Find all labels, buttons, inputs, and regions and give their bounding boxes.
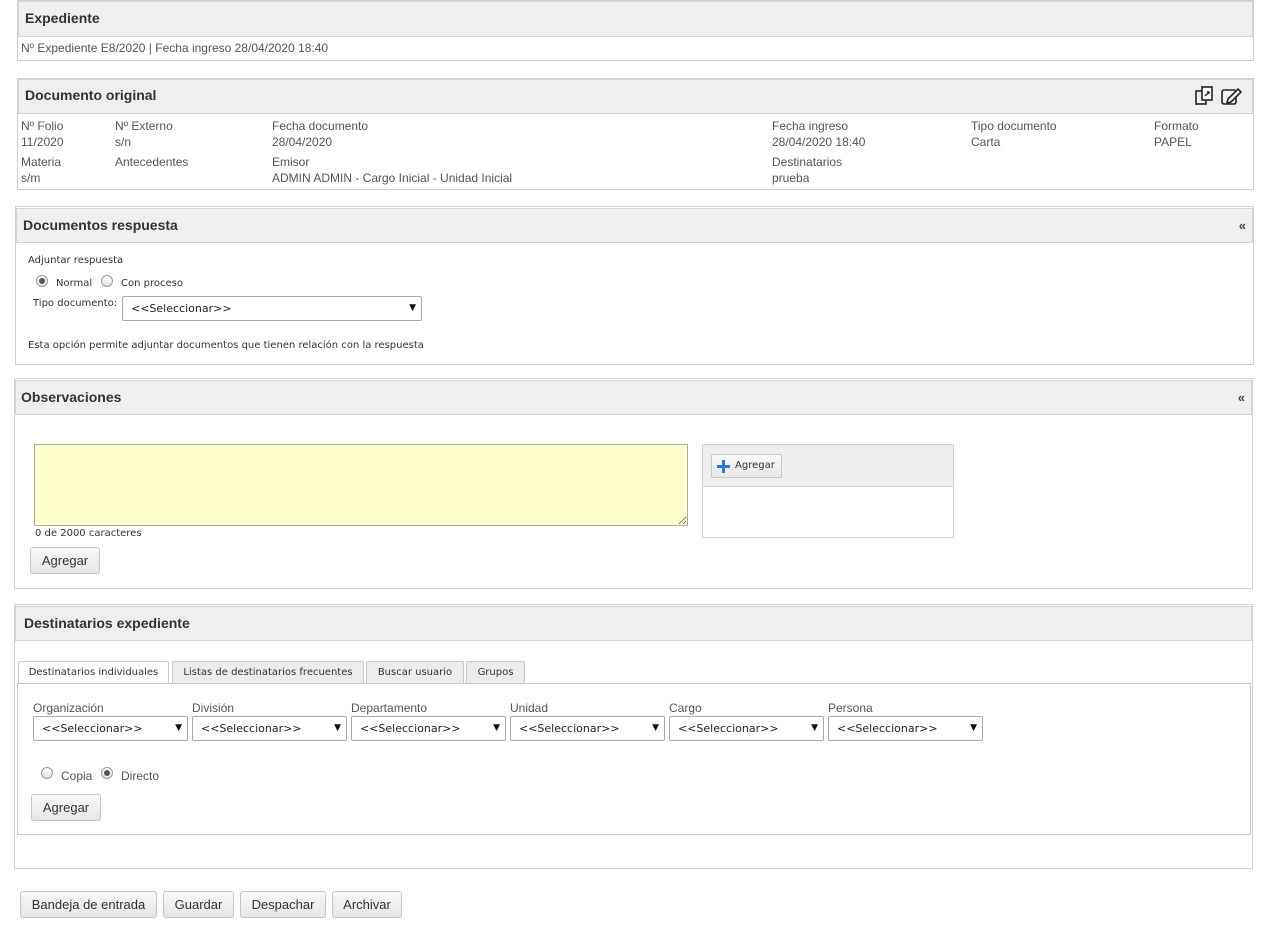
division-select[interactable]: <<Seleccionar>> ▼ xyxy=(192,716,347,741)
tipo-documento-select-label: Tipo documento: xyxy=(33,298,118,309)
documento-original-panel: Documento original Nº Folio 11/2020 Nº E… xyxy=(17,78,1254,190)
organizacion-label: Organización xyxy=(33,701,104,715)
cargo-select-value: <<Seleccionar>> xyxy=(678,722,779,735)
departamento-select-value: <<Seleccionar>> xyxy=(360,722,461,735)
expediente-summary: Nº Expediente E8/2020 | Fecha ingreso 28… xyxy=(21,41,329,55)
radio-directo[interactable] xyxy=(101,767,113,779)
observaciones-textarea[interactable] xyxy=(34,444,688,526)
chevron-down-icon: ▼ xyxy=(409,303,416,313)
guardar-button[interactable]: Guardar xyxy=(163,891,234,918)
fecha-documento-label: Fecha documento xyxy=(272,119,369,133)
externo-value: s/n xyxy=(115,135,132,149)
archivar-button[interactable]: Archivar xyxy=(332,891,402,918)
tab-grupos[interactable]: Grupos xyxy=(466,661,525,684)
cargo-label: Cargo xyxy=(669,701,702,715)
tab-listas-frecuentes[interactable]: Listas de destinatarios frecuentes xyxy=(172,661,364,684)
character-counter: 0 de 2000 caracteres xyxy=(35,528,142,539)
observaciones-add-button[interactable]: Agregar xyxy=(30,547,100,574)
externo-label: Nº Externo xyxy=(115,119,173,133)
cargo-select[interactable]: <<Seleccionar>> ▼ xyxy=(669,716,824,741)
chevron-down-icon: ▼ xyxy=(652,723,659,733)
fecha-ingreso-label: Fecha ingreso xyxy=(772,119,849,133)
bandeja-entrada-button[interactable]: Bandeja de entrada xyxy=(20,891,157,918)
chevron-down-icon: ▼ xyxy=(493,723,500,733)
observaciones-panel: Observaciones « 0 de 2000 caracteres Agr… xyxy=(14,378,1253,589)
radio-directo-label: Directo xyxy=(121,769,160,783)
tipo-documento-select-value: <<Seleccionar>> xyxy=(131,302,232,315)
observaciones-title[interactable]: Observaciones « xyxy=(15,380,1252,415)
unidad-select[interactable]: <<Seleccionar>> ▼ xyxy=(510,716,665,741)
despachar-button[interactable]: Despachar xyxy=(240,891,326,918)
formato-value: PAPEL xyxy=(1154,135,1192,149)
departamento-label: Departamento xyxy=(351,701,428,715)
tipo-documento-label: Tipo documento xyxy=(971,119,1057,133)
documentos-respuesta-panel: Documentos respuesta « Adjuntar respuest… xyxy=(15,206,1254,365)
chevron-down-icon: ▼ xyxy=(334,723,341,733)
attachments-add-button[interactable]: Agregar xyxy=(711,454,782,478)
attachments-box: Agregar xyxy=(702,444,954,538)
attachments-add-label: Agregar xyxy=(735,460,775,471)
attachments-toolbar: Agregar xyxy=(703,445,953,487)
folio-value: 11/2020 xyxy=(21,135,64,149)
antecedentes-label: Antecedentes xyxy=(115,155,189,169)
persona-label: Persona xyxy=(828,701,873,715)
expediente-title: Expediente xyxy=(18,1,1253,37)
tab-buscar-usuario[interactable]: Buscar usuario xyxy=(366,661,464,684)
division-label: División xyxy=(192,701,235,715)
fecha-documento-value: 28/04/2020 xyxy=(272,135,333,149)
tipo-documento-value: Carta xyxy=(971,135,1001,149)
radio-copia-label: Copia xyxy=(61,769,93,783)
tipo-documento-select[interactable]: <<Seleccionar>> ▼ xyxy=(122,296,422,321)
organizacion-select[interactable]: <<Seleccionar>> ▼ xyxy=(33,716,188,741)
radio-copia[interactable] xyxy=(41,767,53,779)
unidad-select-value: <<Seleccionar>> xyxy=(519,722,620,735)
persona-select-value: <<Seleccionar>> xyxy=(837,722,938,735)
adjuntar-respuesta-label: Adjuntar respuesta xyxy=(28,255,124,266)
radio-normal[interactable] xyxy=(36,275,48,287)
departamento-select[interactable]: <<Seleccionar>> ▼ xyxy=(351,716,506,741)
documento-original-title: Documento original xyxy=(18,79,1253,114)
destinatarios-expediente-title: Destinatarios expediente xyxy=(15,606,1252,641)
radio-con-proceso[interactable] xyxy=(101,275,113,287)
persona-select[interactable]: <<Seleccionar>> ▼ xyxy=(828,716,983,741)
edit-icon[interactable] xyxy=(1220,86,1244,106)
division-select-value: <<Seleccionar>> xyxy=(201,722,302,735)
chevron-down-icon: ▼ xyxy=(175,723,182,733)
destinatarios-value: prueba xyxy=(772,171,810,185)
fecha-ingreso-value: 28/04/2020 18:40 xyxy=(772,135,866,149)
materia-value: s/m xyxy=(21,171,41,185)
collapse-respuesta-icon[interactable]: « xyxy=(1239,209,1246,242)
folio-label: Nº Folio xyxy=(21,119,64,133)
radio-con-proceso-label: Con proceso xyxy=(121,278,183,289)
radio-normal-label: Normal xyxy=(56,278,93,289)
chevron-down-icon: ▼ xyxy=(811,723,818,733)
plus-icon xyxy=(717,460,730,476)
documentos-respuesta-title-text: Documentos respuesta xyxy=(23,217,178,233)
destinatarios-label: Destinatarios xyxy=(772,155,843,169)
destinatarios-tab-content: Organización <<Seleccionar>> ▼ División … xyxy=(17,683,1251,835)
unidad-label: Unidad xyxy=(510,701,549,715)
formato-label: Formato xyxy=(1154,119,1199,133)
destinatarios-expediente-panel: Destinatarios expediente Destinatarios i… xyxy=(14,604,1253,869)
emisor-label: Emisor xyxy=(272,155,310,169)
materia-label: Materia xyxy=(21,155,62,169)
expediente-panel: Expediente Nº Expediente E8/2020 | Fecha… xyxy=(17,0,1254,61)
destinatarios-add-button[interactable]: Agregar xyxy=(31,794,101,821)
documentos-respuesta-title[interactable]: Documentos respuesta « xyxy=(16,208,1253,243)
chevron-down-icon: ▼ xyxy=(970,723,977,733)
organizacion-select-value: <<Seleccionar>> xyxy=(42,722,143,735)
respuesta-help-text: Esta opción permite adjuntar documentos … xyxy=(28,340,424,351)
emisor-value: ADMIN ADMIN - Cargo Inicial - Unidad Ini… xyxy=(272,171,513,185)
observaciones-title-text: Observaciones xyxy=(21,389,122,405)
copy-documents-icon[interactable] xyxy=(1194,86,1216,106)
collapse-observaciones-icon[interactable]: « xyxy=(1238,381,1245,414)
